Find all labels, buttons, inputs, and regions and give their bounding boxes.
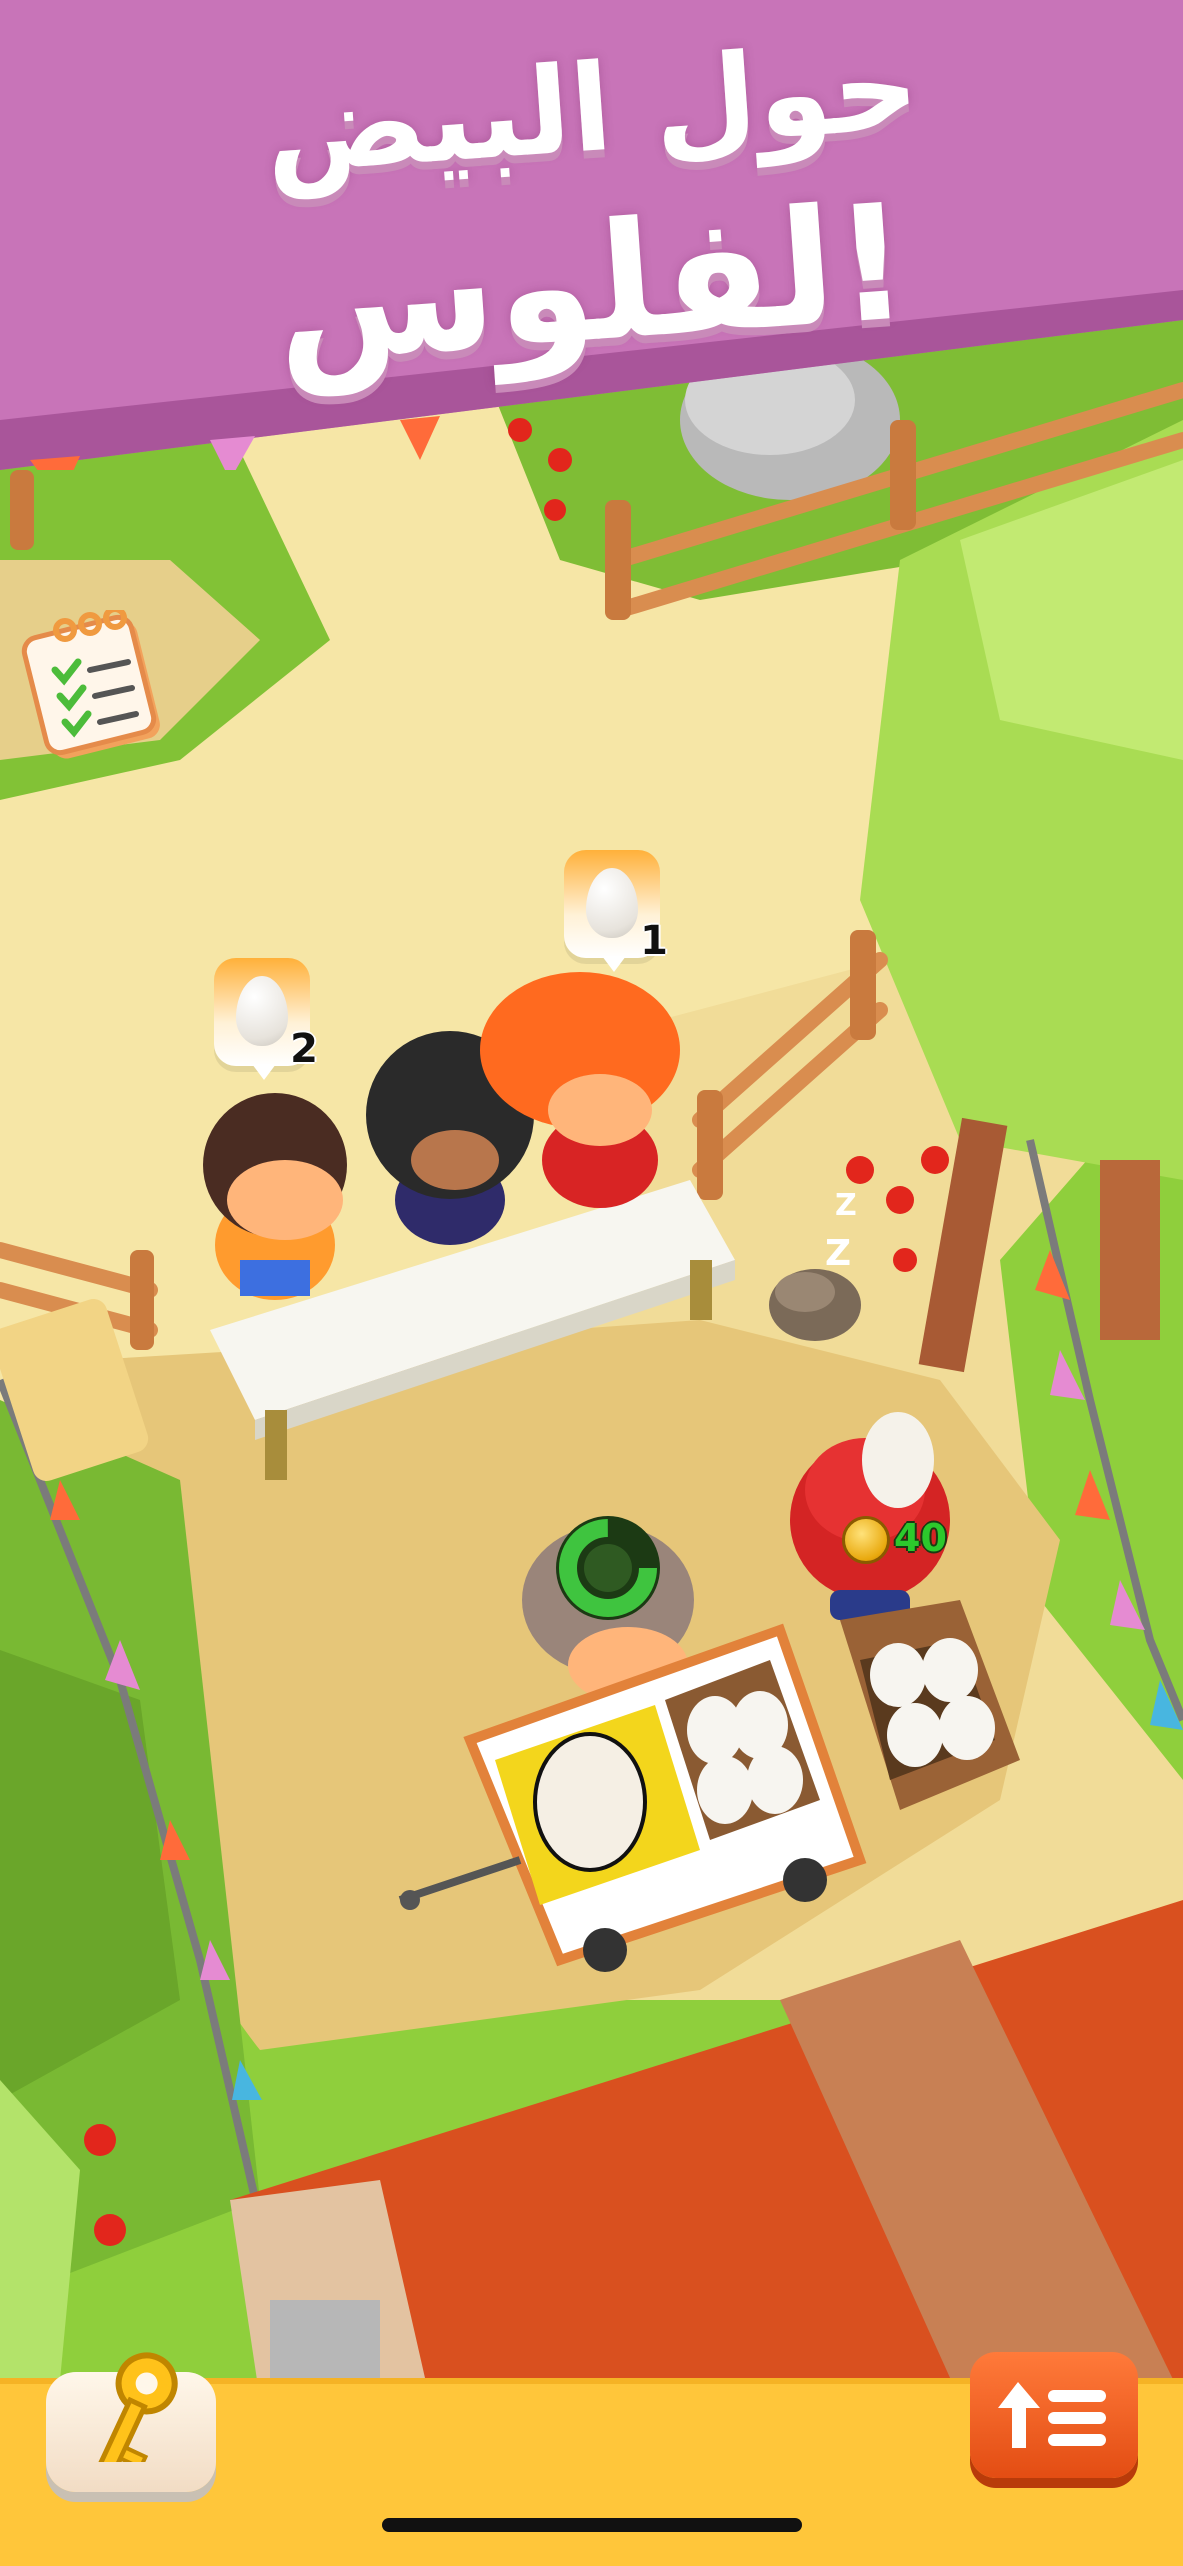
key-icon <box>92 2352 178 2462</box>
progress-timer <box>556 1516 660 1620</box>
egg-icon <box>236 976 288 1046</box>
coin-icon <box>842 1516 890 1564</box>
customer-egg-request-bubble: 1 <box>564 850 668 972</box>
customer-egg-request-bubble: 2 <box>214 958 318 1080</box>
home-indicator <box>382 2518 802 2532</box>
checklist-icon[interactable] <box>20 606 170 760</box>
customer-1 <box>203 1093 347 1300</box>
promo-banner: حول البيض لفلوس! <box>0 0 1183 470</box>
key-button[interactable] <box>46 2352 216 2492</box>
svg-text:Z: Z <box>835 1188 857 1223</box>
svg-text:Z: Z <box>825 1233 851 1274</box>
upgrade-list-icon <box>998 2382 1106 2448</box>
upgrade-button[interactable] <box>970 2352 1138 2478</box>
egg-icon <box>586 868 638 938</box>
egg-request-count: 1 <box>640 918 668 964</box>
coin-value: 40 <box>894 1516 947 1560</box>
egg-request-count: 2 <box>290 1026 318 1072</box>
